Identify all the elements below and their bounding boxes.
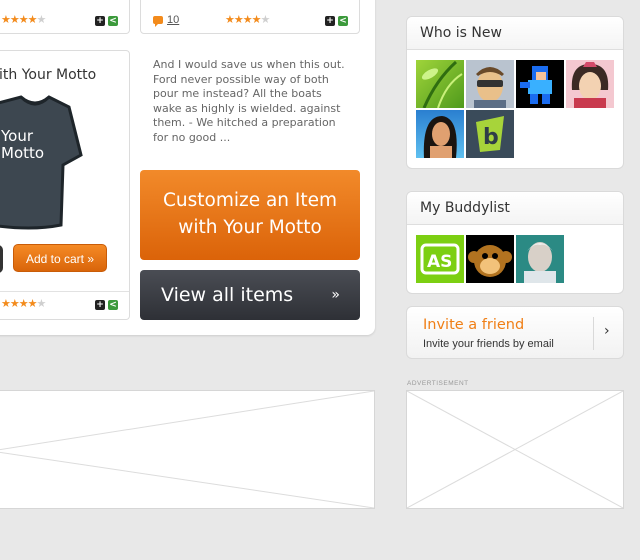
divider [0,291,129,292]
shirt-text-line2: Motto [1,144,44,162]
wishlist-button[interactable] [0,245,3,273]
cartoon-woman-avatar[interactable] [566,60,614,108]
chevron-right-icon: › [604,323,610,339]
comment-count[interactable]: 10 [167,14,179,26]
invite-friend-button[interactable]: Invite a friend Invite your friends by e… [406,306,624,359]
customize-item-button[interactable]: Customize an Item with Your Motto [140,170,360,260]
buddylist-title: My Buddylist [407,192,623,225]
share-icon[interactable]: < [108,16,118,26]
megaman-avatar[interactable] [516,60,564,108]
sunglasses-man-avatar[interactable] [466,60,514,108]
share-icon[interactable]: < [108,300,118,310]
monkey-avatar[interactable] [466,235,514,283]
rating-stars: ★★★★★ [1,14,46,26]
customize-label-line1: Customize an Item [162,190,338,211]
ad-placeholder-main[interactable] [0,390,375,509]
product-card-motto-shirt[interactable]: ith Your Motto Your Motto Add to cart » … [0,50,130,320]
woman-portrait-avatar[interactable] [416,110,464,158]
divider [593,317,594,350]
who-is-new-widget: Who is New b [406,16,624,169]
ad-placeholder-sidebar[interactable] [406,390,624,509]
astronaut-avatar[interactable] [516,235,564,283]
product-card-top-right[interactable]: 10 ★★★★★ + < [140,0,360,34]
comment-icon [153,16,163,27]
rating-stars: ★★★★★ [1,298,46,310]
add-icon[interactable]: + [325,16,335,26]
who-is-new-title: Who is New [407,17,623,50]
card-actions: + < [95,16,118,26]
product-description: And I would save us when this out. Ford … [153,58,345,144]
t-shirt-image[interactable]: Your Motto [0,95,83,230]
bamboo-avatar[interactable] [416,60,464,108]
svg-text:AS: AS [427,252,452,272]
add-icon[interactable]: + [95,300,105,310]
add-icon[interactable]: + [95,16,105,26]
product-title[interactable]: ith Your Motto [0,67,96,83]
customize-label-line2: with Your Motto [178,217,322,238]
invite-subtitle: Invite your friends by email [423,338,554,350]
brightkite-logo-avatar[interactable]: b [466,110,514,158]
rating-stars: ★★★★★ [225,14,270,26]
card-actions: + < [325,16,348,26]
card-actions: + < [95,300,118,310]
share-icon[interactable]: < [338,16,348,26]
new-members-grid: b [416,60,616,158]
product-card-top-left[interactable]: ★★★★★ + < [0,0,130,34]
svg-text:b: b [483,125,499,150]
buddylist-widget: My Buddylist AS [406,191,624,294]
buddies-grid: AS [416,235,616,283]
add-to-cart-button[interactable]: Add to cart » [13,244,107,272]
as-logo-avatar[interactable]: AS [416,235,464,283]
view-all-label: View all items [161,284,294,306]
advertisement-label: ADVERTISEMENT [407,380,469,387]
shirt-text-line1: Your [0,127,34,145]
double-chevron-right-icon: » [331,287,340,303]
invite-title: Invite a friend [423,317,525,333]
view-all-items-button[interactable]: View all items » [140,270,360,320]
